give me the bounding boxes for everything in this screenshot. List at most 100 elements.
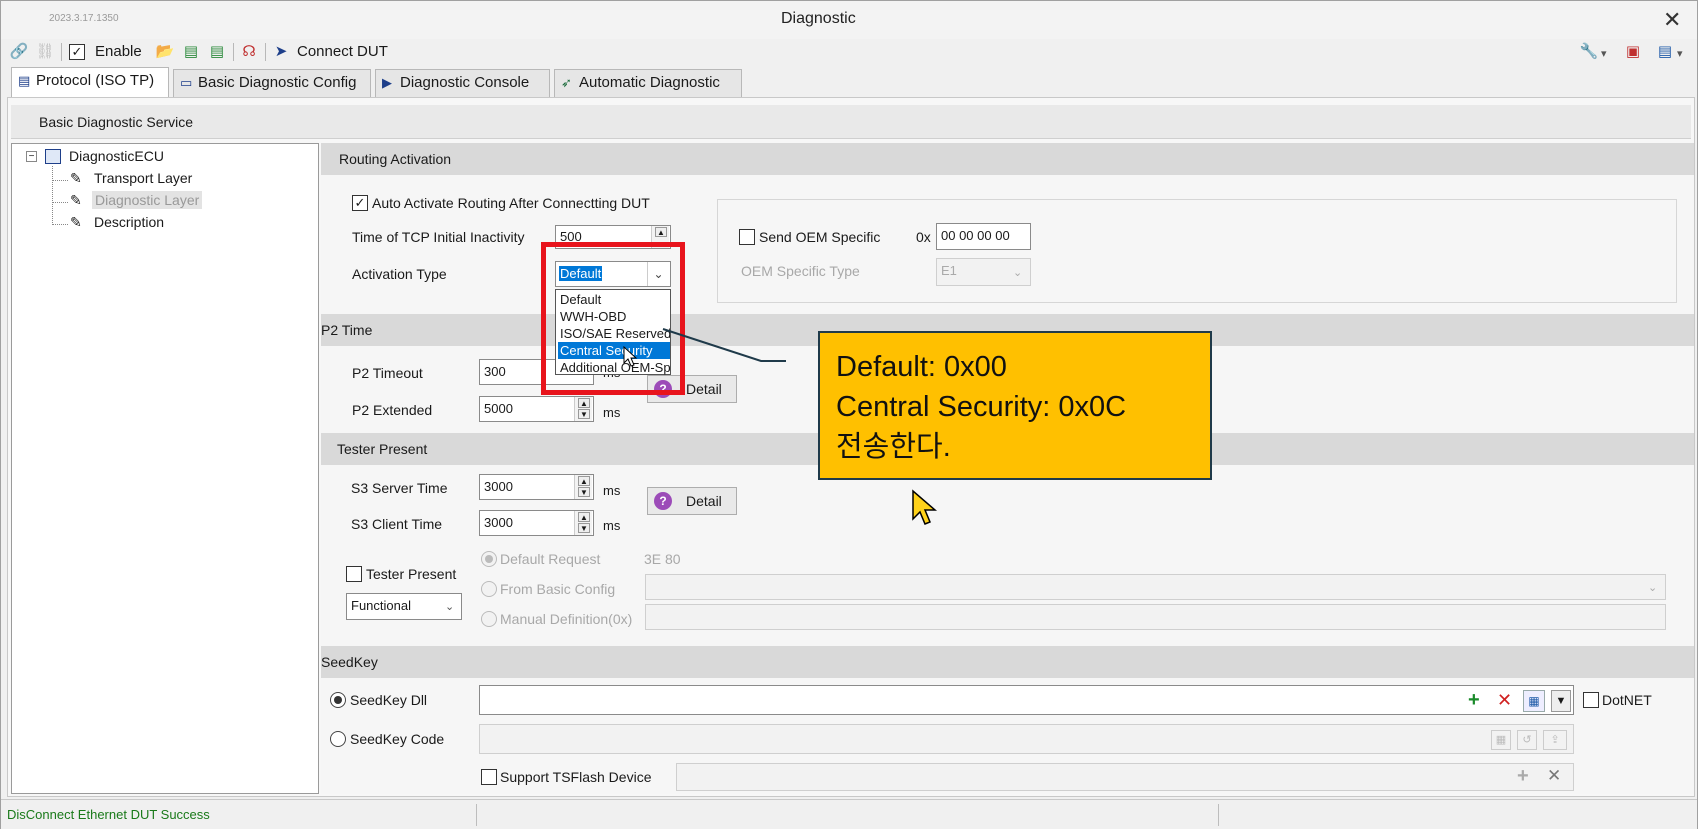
tab-diagnostic-console[interactable]: ▶ Diagnostic Console (375, 69, 550, 97)
tree-root-label[interactable]: DiagnosticECU (69, 148, 164, 164)
pencil-icon: ✎ (70, 170, 82, 186)
detail-label: Detail (686, 381, 722, 397)
window-icon: ▭ (180, 75, 193, 90)
close-window-icon[interactable]: ▣ (1623, 42, 1643, 62)
auto-activate-checkbox[interactable]: ✓ (352, 195, 368, 211)
unlink-icon[interactable]: ⛓ (35, 42, 55, 62)
tab-label: Automatic Diagnostic (579, 74, 720, 91)
spin-down-icon[interactable]: ▼ (578, 523, 590, 533)
from-basic-select[interactable] (645, 574, 1666, 600)
tsflash-label: Support TSFlash Device (500, 769, 652, 785)
seedkey-dll-label: SeedKey Dll (350, 692, 428, 708)
wrench-icon[interactable]: 🔧 (1579, 42, 1599, 62)
chevron-down-icon[interactable]: ⌄ (1013, 266, 1022, 279)
mouse-cursor-icon (623, 346, 638, 367)
tab-basic-diagnostic-config[interactable]: ▭ Basic Diagnostic Config (173, 69, 371, 97)
tree-item-transport-layer[interactable]: Transport Layer (94, 170, 192, 186)
dotnet-checkbox[interactable] (1583, 692, 1599, 708)
tcp-inactivity-label: Time of TCP Initial Inactivity (352, 229, 525, 245)
cursor-icon[interactable]: ➤ (271, 42, 291, 62)
send-oem-label: Send OEM Specific (759, 229, 881, 245)
manual-definition-input[interactable] (645, 604, 1666, 630)
enable-label: Enable (95, 43, 142, 60)
tab-automatic-diagnostic[interactable]: ➶ Automatic Diagnostic (554, 69, 742, 97)
send-oem-checkbox[interactable] (739, 229, 755, 245)
chevron-down-icon[interactable]: ▾ (1677, 47, 1683, 60)
manual-definition-radio[interactable] (481, 611, 497, 627)
default-request-value: 3E 80 (644, 551, 681, 567)
seedkey-code-label: SeedKey Code (350, 731, 445, 747)
auto-activate-label: Auto Activate Routing After Connectting … (372, 195, 650, 211)
default-request-label: Default Request (500, 551, 601, 567)
hex-prefix: 0x (916, 229, 931, 245)
status-separator (476, 804, 477, 826)
delete-icon[interactable]: ✕ (1497, 691, 1512, 709)
pencil-icon: ✎ (70, 192, 82, 208)
tree-item-description[interactable]: Description (94, 214, 164, 230)
chevron-down-icon[interactable]: ▾ (1601, 47, 1607, 60)
spin-down-icon[interactable]: ▼ (578, 409, 590, 419)
ecu-icon (45, 149, 61, 164)
title-bar: 2023.3.17.1350 Diagnostic ✕ (1, 1, 1697, 39)
tab-label: Diagnostic Console (400, 74, 530, 91)
add-icon[interactable]: + (1468, 690, 1480, 710)
chevron-down-icon[interactable]: ⌄ (445, 600, 454, 613)
chevron-down-icon[interactable]: ⌄ (1648, 581, 1657, 594)
tree-connector (52, 224, 68, 225)
version-label: 2023.3.17.1350 (49, 13, 119, 24)
p2-extended-label: P2 Extended (352, 402, 433, 418)
highlight-box (541, 242, 685, 395)
spin-up-icon[interactable]: ▲ (578, 398, 590, 408)
delete-icon[interactable]: ✕ (1547, 767, 1561, 785)
seedkey-dll-radio[interactable] (330, 692, 346, 708)
activation-type-label: Activation Type (352, 266, 447, 282)
save-icon[interactable]: ▤ (181, 42, 201, 62)
section-title: Tester Present (337, 441, 428, 457)
grid-icon[interactable]: ▦ (1523, 690, 1545, 712)
chevron-down-icon[interactable]: ▼ (1551, 690, 1571, 712)
protocol-icon: ▤ (18, 73, 31, 88)
from-basic-label: From Basic Config (500, 581, 616, 597)
default-request-radio[interactable] (481, 551, 497, 567)
service-title: Basic Diagnostic Service (39, 114, 194, 130)
oem-type-value: E1 (941, 263, 957, 278)
spin-up-icon[interactable]: ▲ (578, 512, 590, 522)
from-basic-radio[interactable] (481, 581, 497, 597)
s3-server-spinner[interactable]: ▲ ▼ (574, 475, 592, 499)
close-button[interactable]: ✕ (1663, 7, 1681, 33)
folder-open-icon[interactable]: 📂 (155, 42, 175, 62)
s3-client-spinner[interactable]: ▲ ▼ (574, 511, 592, 535)
export-icon[interactable]: ⇪ (1543, 730, 1567, 750)
layout-icon[interactable]: ▤ (1655, 42, 1675, 62)
tester-detail-button[interactable]: ? Detail (647, 487, 737, 515)
collapse-toggle[interactable]: − (26, 151, 37, 162)
status-separator (1218, 804, 1219, 826)
tab-label: Basic Diagnostic Config (198, 74, 357, 91)
toolbar: 🔗 ⛓ ✓ Enable 📂 ▤ ▤ ☊ ➤ Connect DUT 🔧 ▾ ▣… (1, 39, 1697, 65)
add-icon[interactable]: + (1517, 766, 1529, 786)
p2-extended-spinner[interactable]: ▲ ▼ (574, 397, 592, 421)
connect-dut-button[interactable]: Connect DUT (297, 43, 388, 60)
section-title: Routing Activation (339, 151, 452, 167)
enable-checkbox[interactable]: ✓ (69, 44, 85, 60)
tsflash-input[interactable] (676, 763, 1574, 791)
tab-protocol[interactable]: ▤ Protocol (ISO TP) (11, 67, 169, 98)
spin-down-icon[interactable]: ▼ (578, 487, 590, 497)
oem-hex-input[interactable]: 00 00 00 00 (936, 223, 1031, 250)
tester-present-checkbox[interactable] (346, 566, 362, 582)
spin-up-icon[interactable]: ▲ (655, 227, 667, 237)
seedkey-code-radio[interactable] (330, 731, 346, 747)
tsflash-checkbox[interactable] (481, 769, 497, 785)
save-as-icon[interactable]: ▤ (207, 42, 227, 62)
headset-icon[interactable]: ☊ (239, 42, 259, 62)
s3-client-value: 3000 (484, 515, 513, 530)
grid-icon[interactable]: ▦ (1491, 730, 1511, 750)
compile-icon[interactable]: ↺ (1517, 730, 1537, 750)
tree-item-diagnostic-layer[interactable]: Diagnostic Layer (92, 191, 203, 209)
spin-up-icon[interactable]: ▲ (578, 476, 590, 486)
link-icon[interactable]: 🔗 (9, 42, 29, 62)
tree-panel: − DiagnosticECU ✎ Transport Layer ✎ Diag… (11, 143, 319, 794)
seedkey-dll-input[interactable] (479, 685, 1574, 715)
annotation-callout: Default: 0x00 Central Security: 0x0C 전송한… (818, 331, 1212, 480)
seedkey-code-input[interactable] (479, 724, 1574, 754)
